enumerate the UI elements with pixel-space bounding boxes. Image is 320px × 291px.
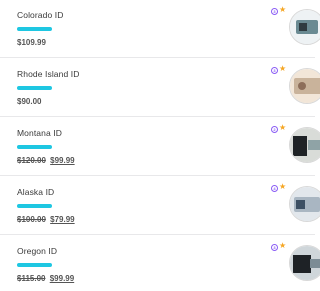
product-name[interactable]: Oregon ID [17,246,57,256]
list-item[interactable]: Colorado ID $109.99 3 ★ [0,0,320,58]
product-list: Colorado ID $109.99 3 ★ Rhode Island ID … [0,0,320,291]
product-price: $115.00 $99.99 [17,274,74,283]
product-name[interactable]: Colorado ID [17,10,63,20]
product-thumbnail[interactable] [289,245,320,281]
product-price: $100.00 $79.99 [17,215,75,224]
list-item[interactable]: Alaska ID $100.00 $79.99 4 ★ [0,177,320,235]
accent-bar [17,27,52,31]
price: $109.99 [17,38,46,47]
product-thumbnail[interactable] [289,68,320,104]
price: $90.00 [17,97,42,106]
level-badge-icon: 2 [271,126,278,133]
product-name[interactable]: Alaska ID [17,187,54,197]
level-badge-icon: 3 [271,8,278,15]
star-icon: ★ [279,123,287,132]
sale-price[interactable]: $79.99 [50,215,74,224]
product-thumbnail[interactable] [289,127,320,163]
product-thumbnail[interactable] [289,186,320,222]
level-badge-icon: 3 [271,244,278,251]
sale-price[interactable]: $99.99 [50,274,74,283]
star-icon: ★ [279,182,287,191]
list-item[interactable]: Montana ID $120.00 $99.99 2 ★ [0,118,320,176]
accent-bar [17,145,52,149]
star-icon: ★ [279,64,287,73]
product-name[interactable]: Montana ID [17,128,62,138]
product-price: $109.99 [17,38,46,47]
product-thumbnail[interactable] [289,9,320,45]
level-badge-icon: 4 [271,185,278,192]
star-icon: ★ [279,241,287,250]
accent-bar [17,86,52,90]
star-icon: ★ [279,5,287,14]
accent-bar [17,204,52,208]
list-item[interactable]: Oregon ID $115.00 $99.99 3 ★ [0,236,320,291]
level-badge-icon: 3 [271,67,278,74]
sale-price[interactable]: $99.99 [50,156,74,165]
old-price: $100.00 [17,215,46,224]
product-price: $120.00 $99.99 [17,156,75,165]
old-price: $120.00 [17,156,46,165]
accent-bar [17,263,52,267]
product-price: $90.00 [17,97,41,106]
list-item[interactable]: Rhode Island ID $90.00 3 ★ [0,59,320,117]
product-name[interactable]: Rhode Island ID [17,69,79,79]
old-price: $115.00 [17,274,46,283]
